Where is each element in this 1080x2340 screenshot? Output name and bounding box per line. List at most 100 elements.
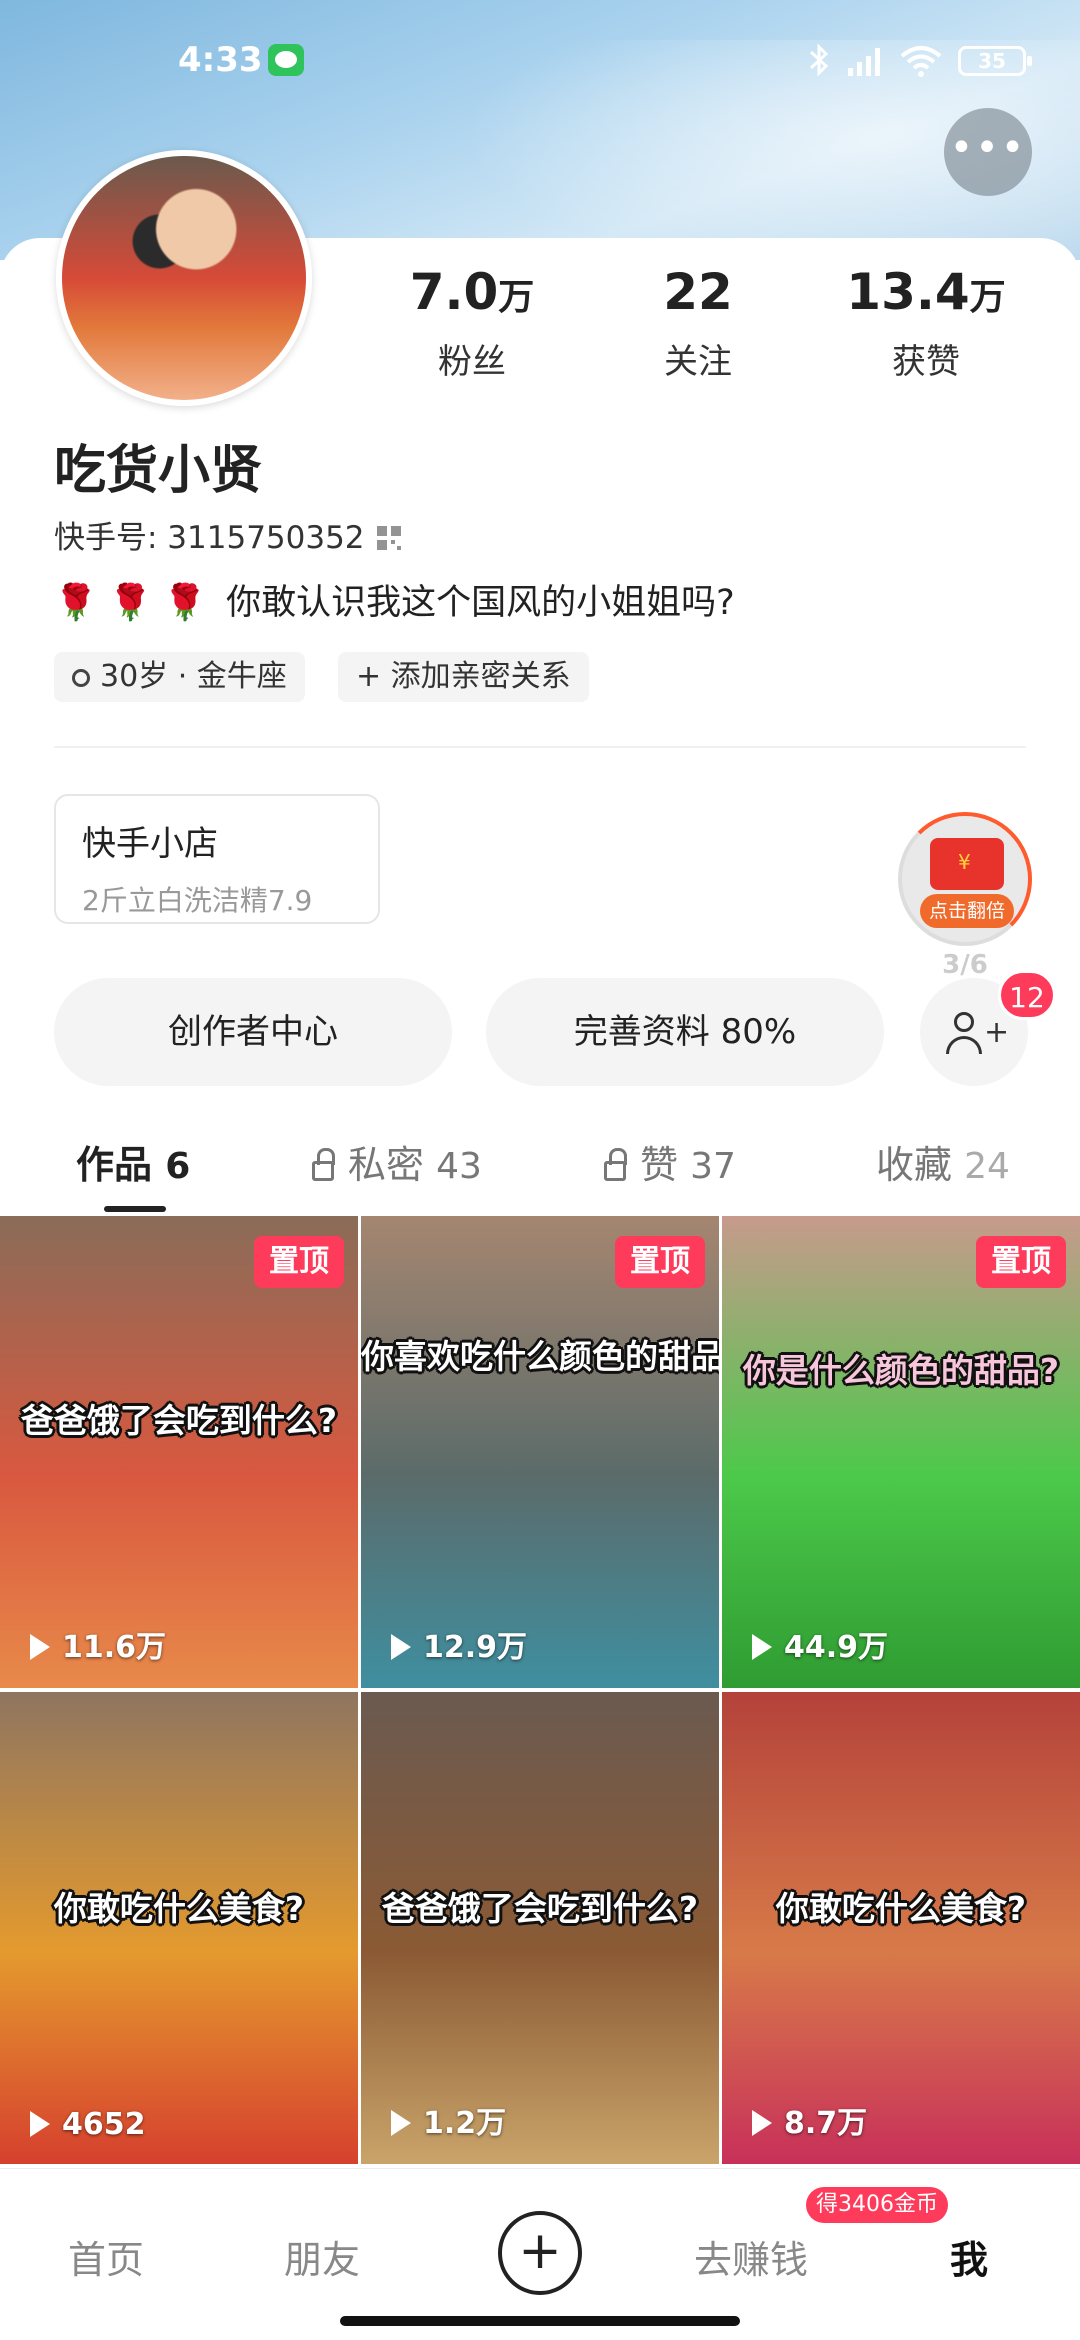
active-tab-indicator [104,1206,166,1212]
complete-profile-button[interactable]: 完善资料 80% [486,978,884,1086]
pinned-badge: 置顶 [976,1236,1066,1288]
bio-text: 你敢认识我这个国风的小姐姐吗? [226,583,735,623]
video-grid: 置顶 爸爸饿了会吃到什么? 11.6万 置顶 你喜欢吃什么颜色的甜品? 12.9… [0,1216,1080,2164]
stat-followers[interactable]: 7.0万 粉丝 [372,262,572,383]
friend-request-badge: 12 [998,970,1056,1020]
view-count-text: 1.2万 [423,2106,507,2141]
status-time: 4:33 [178,40,263,80]
battery-level: 35 [978,49,1006,73]
view-count: 11.6万 [30,1622,166,1666]
nav-friends[interactable]: 朋友 [284,2229,360,2284]
wifi-icon [900,46,942,77]
stat-value: 13.4 [846,263,970,321]
view-count-text: 44.9万 [784,1630,889,1665]
video-caption: 爸爸饿了会吃到什么? [20,1401,338,1440]
search-icon [72,669,90,687]
stat-label: 关注 [664,342,732,382]
more-options-button[interactable]: ••• [944,108,1032,196]
view-count-text: 4652 [62,2107,146,2142]
tab-favorites[interactable]: 收藏 24 [876,1134,1010,1189]
age-zodiac-tag[interactable]: 30岁 · 金牛座 [54,652,305,702]
red-packet-label: 点击翻倍 [920,894,1014,928]
play-icon [30,1634,50,1660]
status-bar: 4:33 35 [0,0,1080,120]
tab-count: 6 [165,1146,191,1187]
video-tile[interactable]: 你敢吃什么美食? 8.7万 [722,1692,1080,2164]
stat-unit: 万 [969,277,1006,318]
bluetooth-icon [809,43,829,77]
tab-count: 24 [964,1146,1010,1187]
video-caption: 你敢吃什么美食? [53,1889,305,1928]
stat-value: 7.0 [409,263,499,321]
stat-following[interactable]: 22 关注 [598,262,798,383]
nav-earn[interactable]: 去赚钱 [694,2229,808,2284]
shop-title: 快手小店 [82,824,218,864]
tag-label: + 添加亲密关系 [356,659,571,694]
view-count-text: 8.7万 [784,2106,868,2141]
red-packet-widget[interactable]: 点击翻倍 [898,812,1032,946]
stat-label: 粉丝 [438,342,506,382]
lock-icon [312,1148,335,1181]
video-tile[interactable]: 置顶 你喜欢吃什么颜色的甜品? 12.9万 [361,1216,719,1688]
content-tabs: 作品 6 私密 43 赞 37 收藏 24 [0,1134,1080,1214]
tab-label: 作品 [76,1143,153,1187]
battery-icon: 35 [958,46,1032,76]
account-id-row[interactable]: 快手号: 3115750352 [54,512,401,557]
video-caption: 你喜欢吃什么颜色的甜品? [361,1337,719,1376]
add-friend-icon-body [946,1036,982,1054]
account-id: 快手号: 3115750352 [54,520,365,556]
red-packet-icon [930,838,1004,890]
nav-home[interactable]: 首页 [68,2229,144,2284]
creator-center-button[interactable]: 创作者中心 [54,978,452,1086]
view-count-text: 11.6万 [62,1630,167,1665]
rose-emoji: 🌹 🌹 🌹 [54,583,207,623]
stat-unit: 万 [498,277,535,318]
view-count: 1.2万 [391,2098,506,2142]
view-count: 12.9万 [391,1622,527,1666]
stat-likes[interactable]: 13.4万 获赞 [826,262,1026,383]
play-icon [391,2110,411,2136]
video-tile[interactable]: 置顶 你是什么颜色的甜品? 44.9万 [722,1216,1080,1688]
tag-label: 30岁 · 金牛座 [100,659,287,694]
tab-private[interactable]: 私密 43 [312,1134,482,1189]
view-count-text: 12.9万 [423,1630,528,1665]
signal-icon [848,48,880,76]
view-count: 44.9万 [752,1622,888,1666]
video-tile[interactable]: 置顶 爸爸饿了会吃到什么? 11.6万 [0,1216,358,1688]
lock-icon [604,1148,627,1181]
play-icon [391,1634,411,1660]
tab-label: 私密 [348,1143,425,1187]
video-caption: 你敢吃什么美食? [775,1889,1027,1928]
pinned-badge: 置顶 [615,1236,705,1288]
video-tile[interactable]: 爸爸饿了会吃到什么? 1.2万 [361,1692,719,2164]
tab-liked[interactable]: 赞 37 [604,1134,736,1189]
home-indicator [340,2316,740,2326]
play-icon [752,2110,772,2136]
tab-count: 43 [436,1146,482,1187]
pinned-badge: 置顶 [254,1236,344,1288]
profile-card: 7.0万 粉丝 22 关注 13.4万 获赞 吃货小贤 快手号: 3115750… [0,150,1080,2218]
view-count: 4652 [30,2107,146,2142]
coin-badge: 得3406金币 [806,2187,948,2223]
qr-code-icon[interactable] [376,526,401,550]
create-button[interactable]: + [498,2211,582,2295]
avatar[interactable] [56,150,312,406]
username: 吃货小贤 [54,441,263,501]
bottom-nav: 首页 朋友 + 去赚钱 得3406金币 我 [0,2168,1080,2340]
play-icon [30,2111,50,2137]
video-tile[interactable]: 你敢吃什么美食? 4652 [0,1692,358,2164]
tab-works[interactable]: 作品 6 [76,1134,190,1189]
stat-label: 获赞 [892,342,960,382]
video-caption: 你是什么颜色的甜品? [742,1351,1060,1390]
play-icon [752,1634,772,1660]
add-relationship-tag[interactable]: + 添加亲密关系 [338,652,589,702]
wechat-notification-icon [268,44,304,76]
video-caption: 爸爸饿了会吃到什么? [381,1889,699,1928]
plus-icon: + [984,1015,1010,1050]
nav-me[interactable]: 我 [950,2229,988,2284]
shop-card[interactable]: 快手小店 2斤立白洗洁精7.9 [54,794,380,924]
bio: 🌹 🌹 🌹 你敢认识我这个国风的小姐姐吗? [54,574,735,625]
tab-count: 37 [690,1146,736,1187]
tab-label: 收藏 [876,1143,953,1187]
tab-label: 赞 [640,1143,679,1187]
